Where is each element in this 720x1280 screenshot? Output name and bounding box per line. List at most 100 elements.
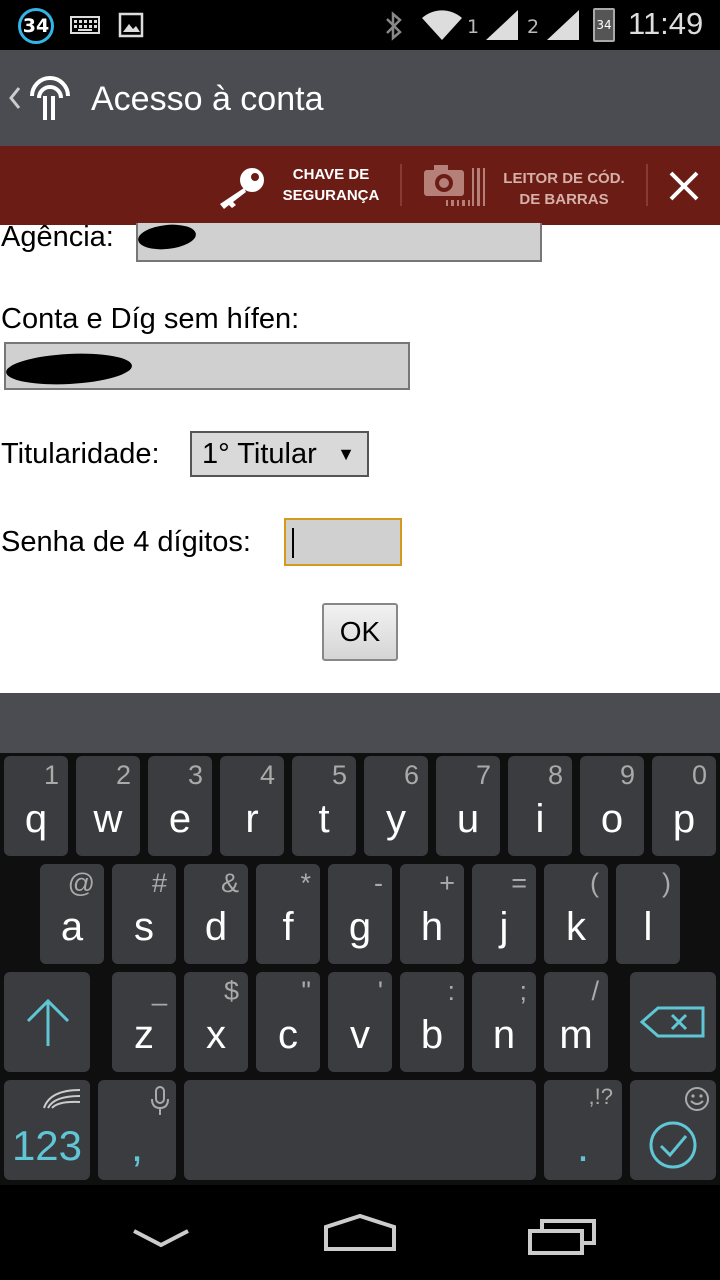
key-hint: 7	[475, 760, 491, 790]
barcode-reader-label: LEITOR DE CÓD. DE BARRAS	[496, 168, 632, 210]
key-icon	[220, 168, 264, 209]
space-key[interactable]	[184, 1080, 536, 1180]
key-v[interactable]: ' v	[328, 972, 392, 1072]
key-label: c	[278, 1013, 298, 1057]
dropdown-arrow-icon: ▼	[337, 444, 355, 464]
key-y[interactable]: 6y	[364, 756, 428, 856]
ownership-label: Titularidade:	[1, 438, 160, 470]
account-input[interactable]	[4, 342, 410, 390]
agency-input[interactable]	[136, 222, 542, 262]
key-w[interactable]: 2w	[76, 756, 140, 856]
redacted-mark	[5, 350, 133, 388]
key-q[interactable]: 1q	[4, 756, 68, 856]
status-bar: 34 1 2 34 11:49	[0, 0, 720, 50]
image-icon	[118, 12, 144, 38]
key-m[interactable]: / m	[544, 972, 608, 1072]
hide-keyboard-icon[interactable]	[130, 1227, 192, 1251]
key-l[interactable]: ) l	[616, 864, 680, 964]
account-label: Conta e Díg sem hífen:	[1, 303, 300, 335]
done-key[interactable]	[630, 1080, 716, 1180]
key-hint: 8	[547, 760, 563, 790]
key-hint: 9	[619, 760, 635, 790]
numbers-key[interactable]: 123	[4, 1080, 90, 1180]
key-h[interactable]: + h	[400, 864, 464, 964]
up-button[interactable]	[0, 50, 80, 146]
key-z[interactable]: _ z	[112, 972, 176, 1072]
key-hint: )	[662, 868, 671, 898]
security-key-label-line1: CHAVE DE	[292, 166, 370, 183]
chevron-left-icon	[9, 87, 21, 109]
text-cursor	[292, 528, 294, 558]
shift-key[interactable]	[4, 972, 90, 1072]
key-k[interactable]: (k	[544, 864, 608, 964]
close-icon[interactable]	[666, 168, 702, 204]
comma-key[interactable]: ,	[98, 1080, 176, 1180]
key-c[interactable]: " c	[256, 972, 320, 1072]
key-j[interactable]: = j	[472, 864, 536, 964]
microphone-icon	[151, 1086, 169, 1115]
key-hint: '	[377, 976, 383, 1006]
key-hint: _	[151, 976, 167, 1006]
key-u[interactable]: 7u	[436, 756, 500, 856]
key-label: t	[318, 797, 330, 841]
key-x[interactable]: $ x	[184, 972, 248, 1072]
swype-logo-icon	[43, 1089, 81, 1109]
page-title: Acesso à conta	[91, 80, 324, 118]
key-hint: 2	[115, 760, 131, 790]
key-label: f	[282, 905, 294, 949]
key-hint: 5	[331, 760, 347, 790]
key-label: w	[93, 797, 123, 841]
key-e[interactable]: 3e	[148, 756, 212, 856]
home-icon[interactable]	[322, 1213, 398, 1253]
numbers-key-label: 123	[11, 1122, 83, 1169]
key-s[interactable]: # s	[112, 864, 176, 964]
ok-button[interactable]: OK	[322, 603, 398, 661]
key-label: o	[600, 797, 624, 841]
key-label: d	[204, 905, 228, 949]
key-hint: #	[151, 868, 167, 898]
key-hint: 4	[259, 760, 275, 790]
key-label: u	[456, 797, 480, 841]
key-g[interactable]: -g	[328, 864, 392, 964]
barcode-reader-button[interactable]: LEITOR DE CÓD. DE BARRAS	[410, 146, 640, 225]
key-label: n	[492, 1013, 516, 1057]
key-o[interactable]: 9o	[580, 756, 644, 856]
key-label: e	[168, 797, 192, 841]
recent-apps-icon[interactable]	[526, 1217, 598, 1257]
key-i[interactable]: 8i	[508, 756, 572, 856]
agency-label: Agência:	[1, 221, 114, 253]
key-r[interactable]: 4r	[220, 756, 284, 856]
ownership-select[interactable]: 1° Titular ▼	[190, 431, 369, 477]
key-t[interactable]: 5t	[292, 756, 356, 856]
battery-icon: 34	[593, 8, 615, 42]
wifi-icon	[422, 10, 462, 40]
key-label: a	[60, 905, 84, 949]
security-key-label: CHAVE DE SEGURANÇA	[276, 164, 386, 206]
period-key[interactable]: ,!? .	[544, 1080, 622, 1180]
login-form: Agência: Conta e Díg sem hífen: Titulari…	[0, 221, 720, 693]
tools-bar: CHAVE DE SEGURANÇA LEITOR DE CÓD. DE BAR…	[0, 146, 720, 225]
key-hint: ;	[519, 976, 527, 1006]
redacted-mark	[136, 222, 198, 252]
camera-barcode-icon	[424, 165, 485, 206]
key-label: k	[566, 905, 586, 949]
password-input[interactable]	[284, 518, 402, 566]
key-hint: $	[223, 976, 239, 1006]
key-hint: =	[511, 868, 527, 898]
key-hint: *	[300, 868, 311, 898]
backspace-key[interactable]	[630, 972, 716, 1072]
keyboard-icon	[70, 16, 100, 34]
key-a[interactable]: @ a	[40, 864, 104, 964]
key-n[interactable]: ; n	[472, 972, 536, 1072]
security-key-button[interactable]: CHAVE DE SEGURANÇA	[206, 146, 396, 225]
bank-logo-icon	[30, 76, 70, 120]
key-f[interactable]: * f	[256, 864, 320, 964]
period-key-label: .	[576, 1122, 590, 1171]
period-key-hint: ,!?	[588, 1084, 613, 1109]
key-d[interactable]: & d	[184, 864, 248, 964]
signal-sim1-icon	[486, 10, 518, 40]
notification-count-badge: 34	[18, 8, 54, 44]
key-label: h	[420, 905, 444, 949]
key-p[interactable]: 0p	[652, 756, 716, 856]
key-b[interactable]: :b	[400, 972, 464, 1072]
